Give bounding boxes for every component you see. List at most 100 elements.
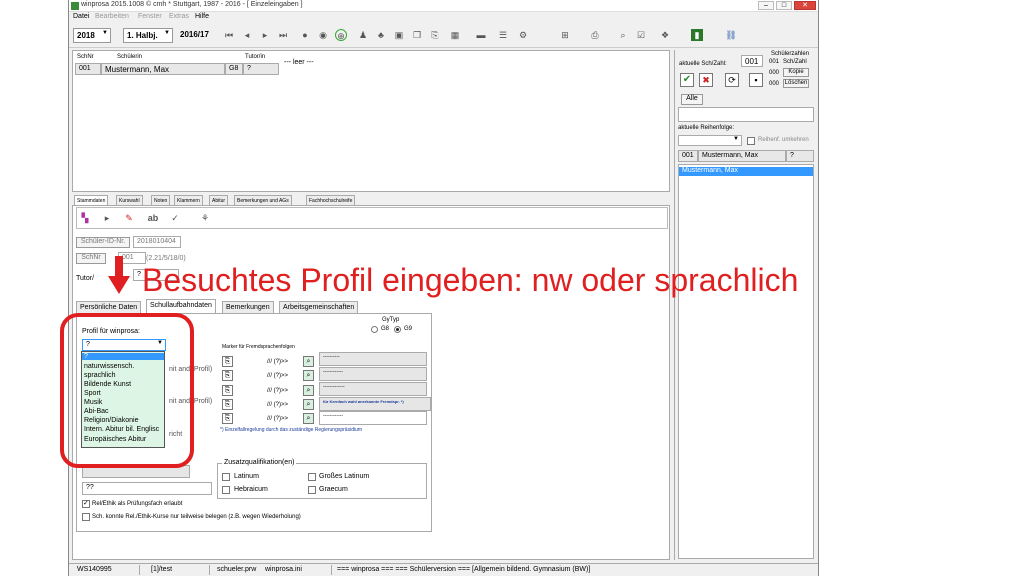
target-icon[interactable]: ◉ bbox=[317, 29, 329, 41]
palette-icon[interactable]: ▚ bbox=[79, 212, 91, 224]
row-schnr[interactable]: 001 bbox=[75, 63, 101, 75]
check-icon[interactable]: ✔ bbox=[680, 73, 694, 87]
form-icon[interactable]: ▣ bbox=[393, 29, 405, 41]
last-record-icon[interactable]: ⏭ bbox=[277, 29, 289, 41]
menu-bearbeiten[interactable]: Bearbeiten bbox=[95, 13, 129, 20]
schnr-button[interactable]: SchNr bbox=[76, 253, 106, 264]
tab-bemerkungen[interactable]: Bemerkungen bbox=[222, 301, 274, 313]
graecum-checkbox[interactable] bbox=[308, 486, 316, 494]
schueler-id-field[interactable]: 2018010404 bbox=[133, 236, 181, 248]
reihenfolge-select[interactable]: ▼ bbox=[678, 135, 742, 146]
marker-icon-5[interactable]: ⎘ bbox=[222, 413, 233, 424]
status-file2: winprosa.ini bbox=[265, 566, 302, 573]
books-icon[interactable]: ❖ bbox=[659, 29, 671, 41]
list-tutor[interactable]: ? bbox=[786, 150, 814, 162]
tab-klammern[interactable]: Klammern bbox=[174, 195, 203, 205]
tab-bemerkungen-ags[interactable]: Bemerkungen und AGs bbox=[234, 195, 292, 205]
group-icon[interactable]: ♣ bbox=[375, 29, 387, 41]
grid-icon[interactable]: ▦ bbox=[449, 29, 461, 41]
marker-value-2[interactable]: ------------ bbox=[319, 367, 427, 381]
check-icon[interactable]: ☑ bbox=[635, 29, 647, 41]
marker-search-icon-4[interactable]: ⌕ bbox=[303, 399, 314, 410]
first-record-icon[interactable]: ⏮ bbox=[223, 29, 235, 41]
list-icon[interactable]: ☰ bbox=[497, 29, 509, 41]
page-icon[interactable]: ⎘ bbox=[429, 29, 441, 41]
alle-button[interactable]: Alle bbox=[681, 94, 703, 105]
close-button[interactable]: ✕ bbox=[794, 1, 816, 10]
list-schnr[interactable]: 001 bbox=[678, 150, 698, 162]
schueler-id-button[interactable]: Schüler-ID-Nr. bbox=[76, 237, 130, 248]
arrow-icon[interactable]: ▸ bbox=[101, 212, 113, 224]
globe-icon[interactable]: ⊕ bbox=[335, 29, 347, 41]
menu-extras[interactable]: Extras bbox=[169, 13, 189, 20]
cancel-icon[interactable]: ✖ bbox=[699, 73, 713, 87]
minimize-button[interactable]: – bbox=[758, 1, 774, 10]
tab-abitur[interactable]: Abitur bbox=[209, 195, 229, 205]
reihenfolge-checkbox[interactable] bbox=[747, 137, 755, 145]
network-icon[interactable]: ⛓ bbox=[725, 29, 737, 41]
tab-schullaufbahndaten[interactable]: Schullaufbahndaten bbox=[146, 299, 216, 313]
tab-arbeitsgemeinschaften[interactable]: Arbeitsgemeinschaften bbox=[279, 301, 359, 313]
preview-icon[interactable]: ⌕ bbox=[617, 29, 629, 41]
year-select[interactable]: 2018 ▼ bbox=[73, 28, 111, 43]
marker-value-5[interactable]: ------------ bbox=[319, 411, 427, 425]
grosses-latinum-checkbox[interactable] bbox=[308, 473, 316, 481]
tab-stammdaten[interactable]: Stammdaten bbox=[74, 195, 109, 205]
row-tutor[interactable]: ? bbox=[243, 63, 279, 75]
copy-icon[interactable]: ❐ bbox=[411, 29, 423, 41]
loeschen-button[interactable]: Löschen bbox=[783, 79, 809, 88]
table-icon[interactable]: ⊞ bbox=[559, 29, 571, 41]
rect-icon[interactable]: ▬ bbox=[475, 29, 487, 41]
aktuelle-input[interactable]: 001 bbox=[741, 55, 763, 67]
ethik-field[interactable]: ?? bbox=[82, 482, 212, 495]
tab-persoenliche-daten[interactable]: Persönliche Daten bbox=[76, 301, 142, 313]
marker-search-icon-3[interactable]: ⌕ bbox=[303, 385, 314, 396]
tools-icon[interactable]: ⚙ bbox=[517, 29, 529, 41]
ethik-teilweise-checkbox[interactable] bbox=[82, 513, 90, 521]
next-record-icon[interactable]: ▸ bbox=[259, 29, 271, 41]
kopie-button[interactable]: Kopie bbox=[783, 68, 809, 77]
marker-value-4[interactable]: für Kernfach wahl anerkannte Fremdspr. *… bbox=[319, 397, 431, 411]
maximize-button[interactable]: □ bbox=[776, 1, 792, 10]
green-book-icon[interactable]: ▮ bbox=[691, 29, 703, 41]
marker-search-icon-5[interactable]: ⌕ bbox=[303, 413, 314, 424]
circle-icon[interactable]: ● bbox=[299, 29, 311, 41]
menu-fenster[interactable]: Fenster bbox=[138, 13, 162, 20]
row-name[interactable]: Mustermann, Max bbox=[101, 63, 225, 75]
tab-noten[interactable]: Noten bbox=[151, 195, 171, 205]
marker-icon-1[interactable]: ⎘ bbox=[222, 356, 233, 367]
list-name[interactable]: Mustermann, Max bbox=[698, 150, 786, 162]
person-icon[interactable]: ♟ bbox=[357, 29, 369, 41]
marker-search-icon-1[interactable]: ⌕ bbox=[303, 356, 314, 367]
prev-record-icon[interactable]: ◂ bbox=[241, 29, 253, 41]
ethik-pruefung-checkbox[interactable]: ✓ bbox=[82, 500, 90, 508]
g8-radio[interactable] bbox=[371, 326, 378, 333]
hebraicum-checkbox[interactable] bbox=[222, 486, 230, 494]
marker-value-3[interactable]: ------------- bbox=[319, 382, 427, 396]
student-listbox[interactable]: Mustermann, Max bbox=[678, 164, 814, 559]
refresh-icon[interactable]: ⟳ bbox=[725, 73, 739, 87]
tree-icon[interactable]: ⚘ bbox=[199, 212, 211, 224]
status-file1: schueler.prw bbox=[217, 566, 257, 573]
menu-datei[interactable]: Datei bbox=[73, 13, 89, 20]
checkmark-icon[interactable]: ✓ bbox=[169, 212, 181, 224]
marker-icon-2[interactable]: ⎘ bbox=[222, 370, 233, 381]
spellcheck-icon[interactable]: ab bbox=[147, 212, 159, 224]
g9-radio[interactable] bbox=[394, 326, 401, 333]
menu-hilfe[interactable]: Hilfe bbox=[195, 13, 209, 20]
row-g8[interactable]: G8 bbox=[225, 63, 243, 75]
edit-icon[interactable]: ✎ bbox=[123, 212, 135, 224]
latinum-checkbox[interactable] bbox=[222, 473, 230, 481]
halfyear-select[interactable]: 1. Halbj. ▼ bbox=[123, 28, 173, 43]
tab-fachhochschulreife[interactable]: Fachhochschulreife bbox=[306, 195, 356, 205]
filter-input[interactable] bbox=[678, 107, 814, 122]
tab-kurswahl[interactable]: Kurswahl bbox=[116, 195, 143, 205]
marker-search-icon-2[interactable]: ⌕ bbox=[303, 370, 314, 381]
selected-student[interactable]: Mustermann, Max bbox=[679, 167, 813, 176]
marker-icon-3[interactable]: ⎘ bbox=[222, 385, 233, 396]
print-icon[interactable]: ⎙ bbox=[589, 29, 601, 41]
marker-icon-4[interactable]: ⎘ bbox=[222, 399, 233, 410]
marker-value-1[interactable]: ---------- bbox=[319, 352, 427, 366]
save-icon[interactable]: ▪ bbox=[749, 73, 763, 87]
latinum-label: Latinum bbox=[234, 473, 259, 480]
